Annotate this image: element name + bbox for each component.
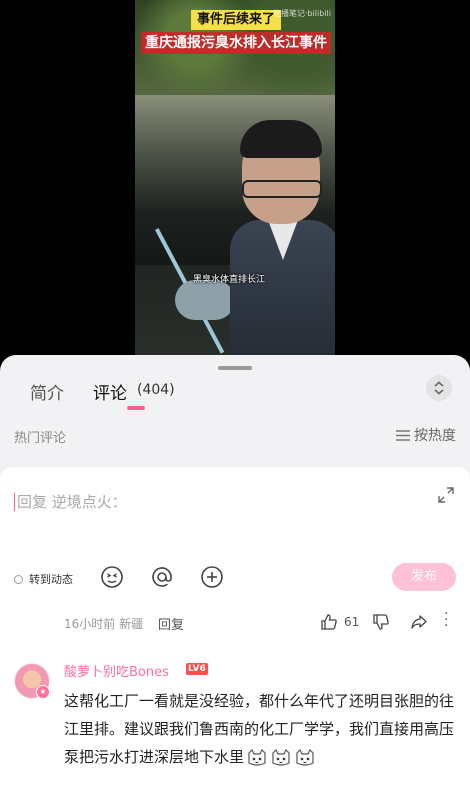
tab-intro[interactable]: 简介 (30, 379, 64, 404)
video-title: 重庆通报污臭水排入长江事件 (141, 32, 331, 54)
comments-sheet: 简介 评论 (404) 热门评论 按热度 转到动态 (0, 355, 470, 800)
add-icon[interactable] (200, 565, 224, 589)
video-watermark: 吃播笔记·bilibili (272, 9, 331, 18)
sort-lines-icon (396, 429, 410, 441)
video-player[interactable]: 事件后续来了 重庆通报污臭水排入长江事件 吃播笔记·bilibili 黑臭水体直… (0, 0, 470, 360)
like-button[interactable]: 61 (320, 613, 359, 631)
cat-emoji-icon (272, 748, 290, 766)
comment-body: 这帮化工厂一看就是没经验，都什么年代了还明目张胆的往江里排。建议跟我们鲁西南的化… (64, 687, 460, 771)
reply-link[interactable]: 回复 (158, 614, 184, 633)
sheet-drag-handle[interactable] (218, 366, 252, 370)
sort-label: 按热度 (414, 428, 456, 444)
like-count: 61 (344, 615, 360, 629)
comment-username[interactable]: 酸萝卜别吃Bones (64, 661, 169, 680)
mention-icon[interactable] (150, 565, 174, 589)
expand-icon[interactable] (438, 487, 454, 503)
video-scene-person (230, 120, 335, 360)
tab-comments[interactable]: 评论 (93, 379, 127, 404)
video-frame[interactable]: 事件后续来了 重庆通报污臭水排入长江事件 吃播笔记·bilibili 黑臭水体直… (135, 0, 335, 360)
hot-comments-label: 热门评论 (14, 431, 67, 446)
thumbs-up-icon (321, 614, 337, 630)
level-badge: LV6 (186, 663, 208, 675)
video-title-badge: 事件后续来了 (191, 10, 282, 30)
forward-to-feed-label: 转到动态 (29, 573, 73, 586)
chevron-up-down-icon (434, 381, 444, 395)
cat-emoji-icon (296, 748, 314, 766)
tab-bar: 简介 评论 (404) (0, 375, 470, 415)
share-icon[interactable] (410, 613, 428, 631)
comment-time-location: 16小时前 新疆 (64, 617, 144, 631)
tab-active-indicator (127, 406, 145, 410)
comment-count: (404) (137, 382, 175, 398)
avatar-badge-icon: ★ (36, 685, 50, 699)
sort-by-button[interactable]: 按热度 (396, 425, 456, 445)
reply-composer: 转到动态 发布 (0, 467, 470, 603)
forward-to-feed-toggle[interactable]: 转到动态 (14, 571, 73, 587)
radio-icon (14, 574, 23, 584)
collapse-toggle-button[interactable] (426, 375, 452, 401)
emoji-icon[interactable] (100, 565, 124, 589)
video-scene-hand (175, 280, 235, 320)
video-subtitle: 黑臭水体直排长江 (193, 275, 266, 285)
thumbs-down-icon[interactable] (372, 613, 390, 631)
cat-emoji-icon (248, 748, 266, 766)
publish-button[interactable]: 发布 (392, 563, 456, 591)
more-options-icon[interactable]: · · · (444, 607, 448, 633)
comment-item: ★ 酸萝卜别吃Bones LV6 这帮化工厂一看就是没经验，都什么年代了还明目张… (0, 643, 470, 800)
comment-meta-row: 16小时前 新疆 回复 61 · · · (0, 603, 470, 643)
reply-input[interactable] (14, 493, 417, 511)
